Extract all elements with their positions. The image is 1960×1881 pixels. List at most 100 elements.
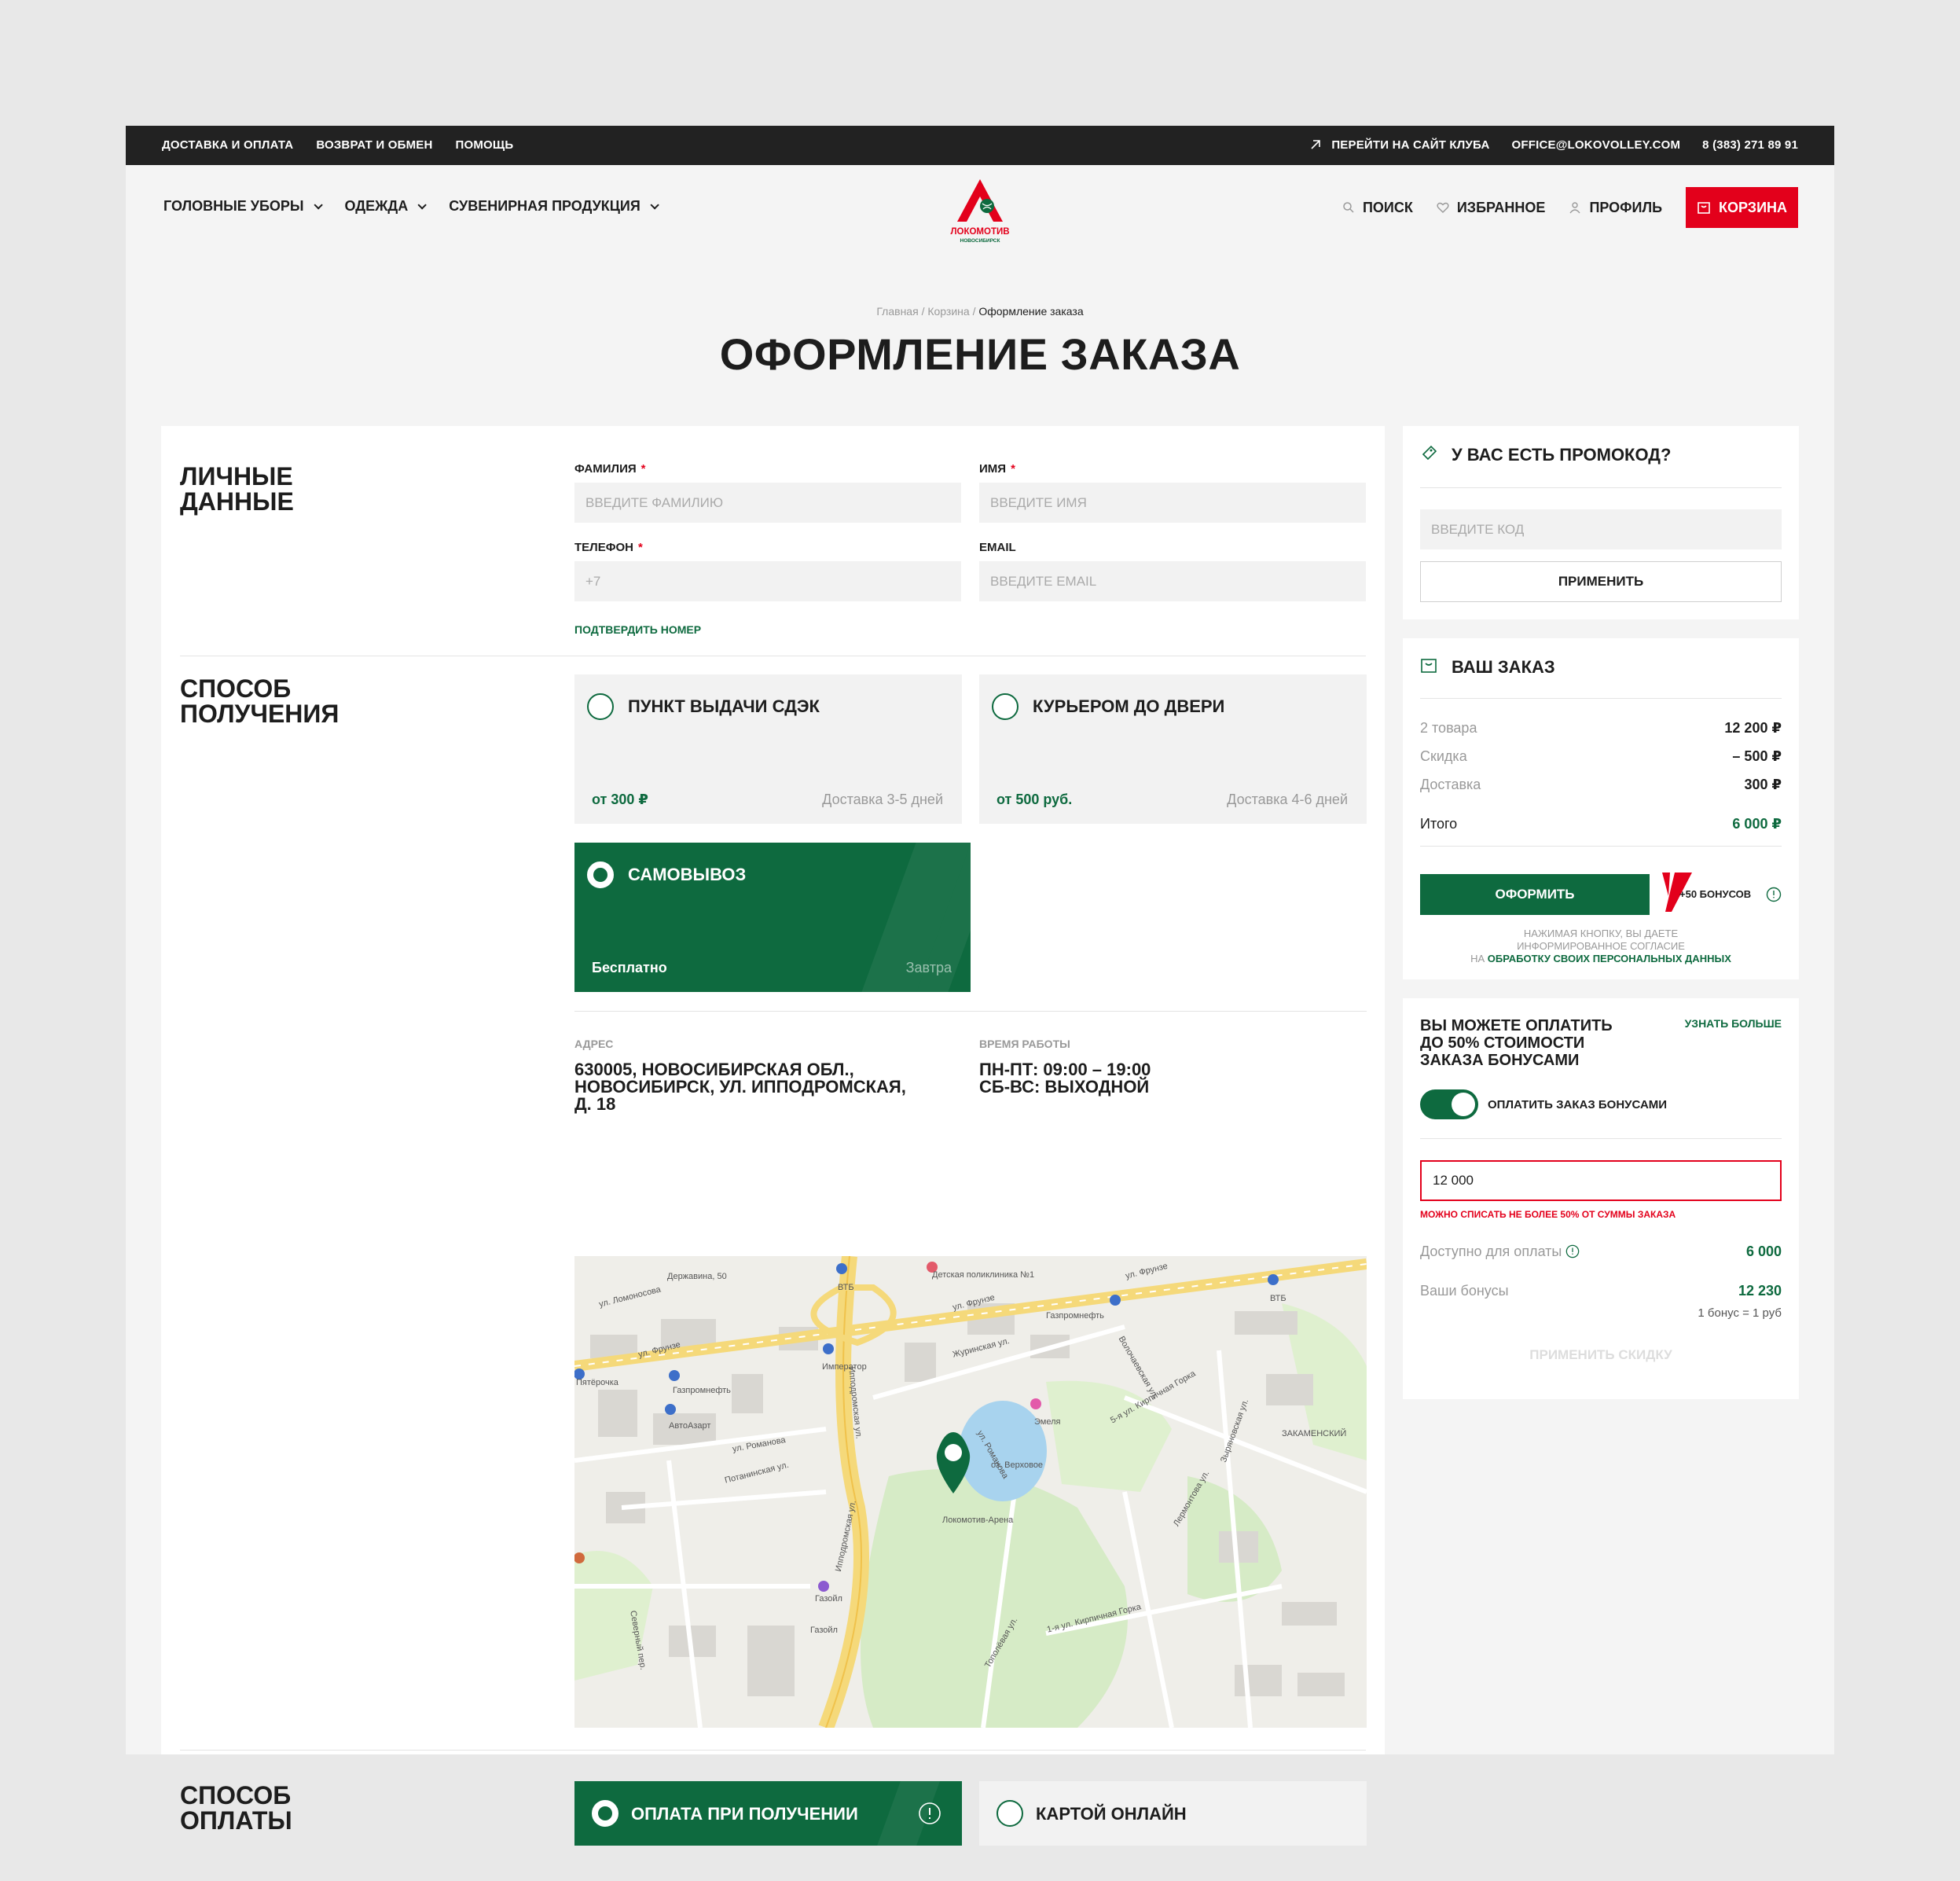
map-label: Газпромнефть <box>1046 1311 1104 1321</box>
ticket-icon <box>1422 445 1437 461</box>
personal-title-line1: Личные <box>180 462 293 490</box>
delivery-option-eta: Доставка 3-5 дней <box>822 792 943 807</box>
info-icon[interactable] <box>918 1802 941 1825</box>
search-button[interactable]: Поиск <box>1342 200 1413 216</box>
email-label: Email <box>979 541 1016 554</box>
delivery-option-price: Бесплатно <box>592 960 667 975</box>
map-label: Газойл <box>810 1626 838 1635</box>
delivery-option-pickup[interactable]: Самовывоз Бесплатно Завтра <box>574 843 971 992</box>
nav-souvenirs[interactable]: Сувенирная продукция <box>449 198 659 215</box>
delivery-option-name: Курьером до двери <box>1033 696 1225 716</box>
topbar-link-delivery[interactable]: Доставка и оплата <box>162 138 293 152</box>
map-label: АвтоАзарт <box>669 1421 711 1431</box>
heart-icon <box>1437 202 1449 213</box>
personal-title-line2: данные <box>180 487 294 516</box>
order-total-value: 6 000 ₽ <box>1732 816 1782 832</box>
order-summary-card: Ваш заказ 2 товара 12 200 ₽ Скидка – 500 ₽… <box>1403 638 1799 979</box>
cart-button[interactable]: Корзина <box>1686 187 1798 228</box>
profile-button[interactable]: Профиль <box>1569 200 1662 216</box>
divider <box>1420 487 1782 488</box>
profile-label: Профиль <box>1589 199 1663 215</box>
address-line: д. 18 <box>574 1094 616 1114</box>
radio-checked[interactable] <box>587 862 614 888</box>
payment-option-name: Картой онлайн <box>1036 1804 1187 1824</box>
header: Головные уборы Одежда Сувенирная продукц… <box>126 165 1834 252</box>
email-link[interactable]: office@lokovolley.com <box>1512 138 1681 152</box>
chevron-down-icon <box>417 200 428 210</box>
radio-unchecked[interactable] <box>992 693 1019 720</box>
external-link-icon <box>1311 140 1321 149</box>
payment-option-card[interactable]: Картой онлайн <box>979 1781 1367 1846</box>
delivery-title-line2: получения <box>180 700 340 728</box>
info-icon[interactable] <box>1565 1244 1580 1258</box>
phone-label: Телефон * <box>574 541 643 554</box>
map-label: Локомотив-Арена <box>942 1515 1014 1525</box>
map-label: Державина, 50 <box>667 1272 727 1281</box>
address-label: Адрес <box>574 1038 614 1050</box>
delivery-option-price: от 300 ₽ <box>592 792 648 807</box>
breadcrumb-sep: / <box>972 305 976 318</box>
map-label: ЗАКАМЕНСКИЙ <box>1282 1429 1347 1438</box>
topbar-link-help[interactable]: Помощь <box>456 138 514 152</box>
promo-code-input[interactable] <box>1420 509 1782 549</box>
pay-with-bonuses-toggle[interactable] <box>1420 1089 1478 1119</box>
favorites-button[interactable]: Избранное <box>1437 200 1545 216</box>
radio-checked[interactable] <box>592 1800 618 1827</box>
breadcrumb-cart[interactable]: Корзина <box>927 305 969 318</box>
nav-clothes[interactable]: Одежда <box>345 198 428 215</box>
confirm-phone-link[interactable]: Подтвердить номер <box>574 623 701 636</box>
payment-section-title: Способ оплаты <box>180 1783 292 1833</box>
learn-more-link[interactable]: Узнать больше <box>1685 1017 1782 1030</box>
hours-line: сб-вс: выходной <box>979 1077 1150 1097</box>
apply-discount-button[interactable]: Применить скидку <box>1420 1347 1782 1363</box>
toggle-knob <box>1452 1093 1475 1116</box>
toggle-label: Оплатить заказ бонусами <box>1488 1098 1668 1111</box>
radio-unchecked[interactable] <box>587 693 614 720</box>
first-name-input[interactable] <box>979 483 1366 523</box>
breadcrumb-home[interactable]: Главная <box>876 305 918 318</box>
order-row-label: 2 товара <box>1420 720 1477 736</box>
delivery-option-courier[interactable]: Курьером до двери от 500 руб. Доставка 4… <box>979 674 1367 824</box>
privacy-policy-link[interactable]: обработку своих персональных данных <box>1488 953 1731 964</box>
consent-text: Нажимая кнопку, вы даете информированное… <box>1420 928 1782 965</box>
checkout-button[interactable]: Оформить <box>1420 874 1650 915</box>
order-row-value: 12 200 ₽ <box>1724 720 1782 736</box>
bonus-title: Вы можете оплатить до 50% стоимости зака… <box>1420 1017 1613 1069</box>
nav-hats[interactable]: Головные уборы <box>163 198 323 215</box>
delivery-option-cdek[interactable]: Пункт выдачи СДЭК от 300 ₽ Доставка 3-5 … <box>574 674 962 824</box>
map-canvas <box>574 1256 1367 1728</box>
phone-link[interactable]: 8 (383) 271 89 91 <box>1702 138 1798 152</box>
club-logo[interactable]: ЛОКОМОТИВ НОВОСИБИРСК <box>946 178 1014 244</box>
bonus-error-text: Можно списать не более 50% от суммы зака… <box>1420 1209 1676 1220</box>
hours-line: пн-пт: 09:00 – 19:00 <box>979 1060 1151 1079</box>
delivery-option-price: от 500 руб. <box>997 792 1073 807</box>
info-icon[interactable] <box>1766 887 1782 902</box>
delivery-option-name: Пункт выдачи СДЭК <box>628 696 820 716</box>
email-label-text: Email <box>979 541 1016 554</box>
pickup-map[interactable]: ул. Фрунзе ул. Фрунзе ул. Фрунзе Ипподромск… <box>574 1256 1367 1728</box>
topbar-link-returns[interactable]: Возврат и обмен <box>316 138 432 152</box>
bonus-card: Вы можете оплатить до 50% стоимости зака… <box>1403 998 1799 1399</box>
payment-option-on-delivery[interactable]: Оплата при получении <box>574 1781 962 1846</box>
bonus-amount-input[interactable] <box>1420 1160 1782 1201</box>
page-frame: Доставка и оплата Возврат и обмен Помощь… <box>126 126 1834 1846</box>
divider <box>574 1011 1367 1012</box>
bonus-rate-text: 1 бонус = 1 руб <box>1698 1306 1782 1320</box>
promo-title: У вас есть промокод? <box>1452 445 1672 465</box>
your-bonuses-label: Ваши бонусы <box>1420 1283 1509 1299</box>
hours-label: Время работы <box>979 1038 1070 1050</box>
divider <box>1420 846 1782 847</box>
cart-label: Корзина <box>1719 199 1787 215</box>
payment-title-line2: оплаты <box>180 1806 292 1835</box>
apply-promo-button[interactable]: Применить <box>1420 561 1782 602</box>
phone-input[interactable] <box>574 561 961 601</box>
radio-unchecked[interactable] <box>997 1800 1023 1827</box>
divider <box>180 1750 1366 1751</box>
club-site-link[interactable]: Перейти на сайт клуба <box>1309 138 1489 152</box>
last-name-input[interactable] <box>574 483 961 523</box>
delivery-option-eta: Доставка 4-6 дней <box>1227 792 1348 807</box>
breadcrumb-sep: / <box>921 305 925 318</box>
email-input[interactable] <box>979 561 1366 601</box>
chevron-down-icon <box>314 200 323 210</box>
delivery-option-eta: Завтра <box>905 960 952 975</box>
